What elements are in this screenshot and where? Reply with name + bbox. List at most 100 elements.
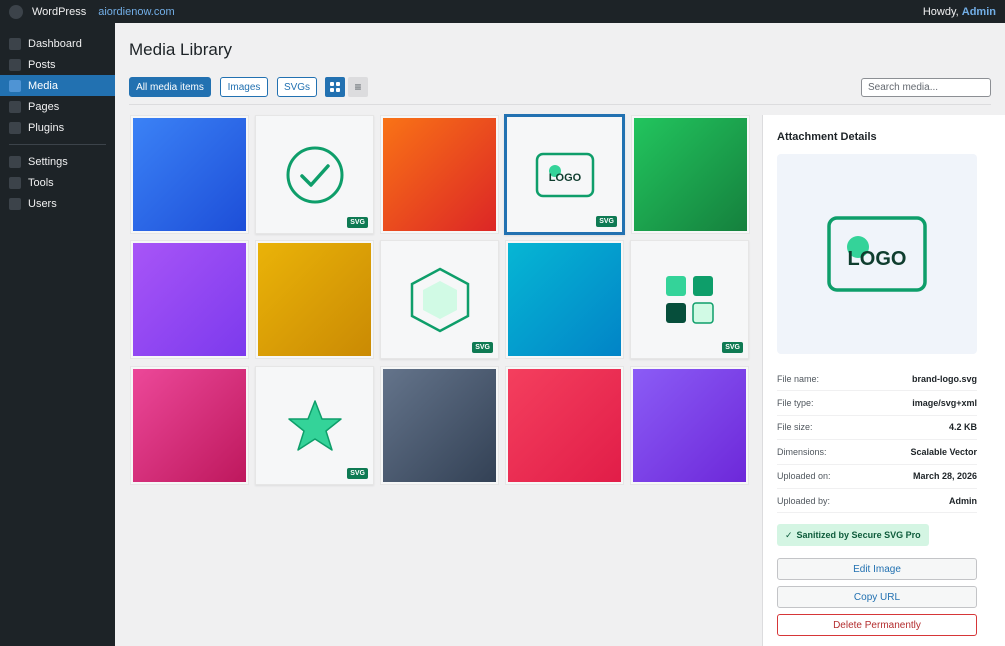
media-tile[interactable] xyxy=(130,240,249,359)
sidebar-item-label: Users xyxy=(28,197,57,210)
svg-badge: SVG xyxy=(347,468,368,479)
list-view-icon: ≡ xyxy=(354,80,362,94)
media-thumbnail xyxy=(508,243,621,356)
filter-images-button[interactable]: Images xyxy=(220,77,268,97)
logo-icon: LOGO xyxy=(535,152,594,197)
meta-label: Uploaded on: xyxy=(777,471,831,482)
meta-row-file-type: File type: image/svg+xml xyxy=(777,391,977,416)
sidebar-item-label: Posts xyxy=(28,58,56,71)
sidebar-item-media[interactable]: Media xyxy=(0,75,115,96)
media-thumbnail xyxy=(258,243,371,356)
media-grid: SVG LOGO SVG SVG SVG SVG xyxy=(130,114,750,485)
sidebar-item-settings[interactable]: Settings xyxy=(0,151,115,172)
sidebar-item-label: Media xyxy=(28,79,58,92)
sidebar-item-tools[interactable]: Tools xyxy=(0,172,115,193)
edit-image-button[interactable]: Edit Image xyxy=(777,558,977,580)
plugins-icon xyxy=(9,121,21,134)
sidebar-item-plugins[interactable]: Plugins xyxy=(0,117,115,138)
attachment-details-panel: Attachment Details LOGO File name: brand-… xyxy=(762,115,1005,646)
admin-bar: WordPress aiordienow.com Howdy, Admin xyxy=(0,0,1005,23)
sidebar-item-posts[interactable]: Posts xyxy=(0,54,115,75)
media-tile[interactable] xyxy=(130,366,249,485)
meta-value: image/svg+xml xyxy=(912,398,977,409)
site-name[interactable]: WordPress xyxy=(32,6,86,18)
preview-logo-text: LOGO xyxy=(848,248,907,270)
site-url-link[interactable]: aiordienow.com xyxy=(98,6,174,18)
meta-row-dimensions: Dimensions: Scalable Vector xyxy=(777,440,977,465)
media-tile[interactable] xyxy=(255,240,374,359)
media-tile[interactable] xyxy=(630,366,749,485)
sanitized-text: Sanitized by Secure SVG Pro xyxy=(796,530,921,540)
meta-label: Uploaded by: xyxy=(777,495,831,506)
dashboard-icon xyxy=(9,37,21,50)
list-view-button[interactable]: ≡ xyxy=(348,77,368,97)
sidebar-item-users[interactable]: Users xyxy=(0,193,115,214)
search-input[interactable] xyxy=(861,78,991,97)
settings-icon xyxy=(9,155,21,168)
media-thumbnail xyxy=(133,118,246,231)
media-tile[interactable] xyxy=(380,115,499,234)
svg-badge: SVG xyxy=(596,216,617,227)
media-tile[interactable] xyxy=(505,240,624,359)
meta-label: File type: xyxy=(777,398,814,409)
sanitized-badge: ✓ Sanitized by Secure SVG Pro xyxy=(777,524,929,546)
sidebar-item-label: Dashboard xyxy=(28,37,82,50)
meta-label: File size: xyxy=(777,422,813,433)
meta-value: Admin xyxy=(949,495,977,506)
filter-svgs-button[interactable]: SVGs xyxy=(277,77,317,97)
sidebar-item-pages[interactable]: Pages xyxy=(0,96,115,117)
meta-row-file-size: File size: 4.2 KB xyxy=(777,416,977,441)
media-tile-svg[interactable]: SVG xyxy=(630,240,749,359)
main-content: Media Library All media items Images SVG… xyxy=(115,23,1005,646)
media-tile[interactable] xyxy=(130,115,249,234)
meta-value: brand-logo.svg xyxy=(912,373,977,384)
media-thumbnail xyxy=(133,369,246,482)
app-grid-icon xyxy=(665,275,714,324)
sidebar-item-label: Plugins xyxy=(28,121,65,134)
media-tile-svg[interactable]: SVG xyxy=(255,115,374,234)
media-thumbnail xyxy=(133,243,246,356)
menu-group-secondary: Settings Tools Users xyxy=(0,151,115,214)
media-tile-svg[interactable]: SVG xyxy=(380,240,499,359)
media-tile-svg-selected[interactable]: LOGO SVG xyxy=(504,114,625,235)
star-icon xyxy=(287,399,342,451)
posts-icon xyxy=(9,58,21,71)
grid-view-button[interactable] xyxy=(325,77,345,97)
hexagon-icon xyxy=(410,267,469,332)
meta-row-uploaded-on: Uploaded on: March 28, 2026 xyxy=(777,465,977,489)
admin-sidebar: Dashboard Posts Media Pages Plugins Sett… xyxy=(0,23,115,646)
svg-badge: SVG xyxy=(722,342,743,353)
sidebar-item-label: Pages xyxy=(28,100,60,113)
page-title: Media Library xyxy=(129,40,232,59)
meta-row-uploaded-by: Uploaded by: Admin xyxy=(777,489,977,514)
delete-permanently-button[interactable]: Delete Permanently xyxy=(777,614,977,636)
meta-value: 4.2 KB xyxy=(948,422,977,433)
tools-icon xyxy=(9,176,21,189)
filter-all-button[interactable]: All media items xyxy=(129,77,211,97)
media-thumbnail xyxy=(633,369,746,482)
sidebar-item-label: Settings xyxy=(28,155,68,168)
user-name: Admin xyxy=(961,5,996,18)
media-tile[interactable] xyxy=(631,115,750,234)
logo-text: LOGO xyxy=(548,172,581,184)
details-title: Attachment Details xyxy=(777,131,877,143)
media-tile[interactable] xyxy=(505,366,624,485)
pages-icon xyxy=(9,100,21,113)
users-icon xyxy=(9,197,21,210)
meta-row-file-name: File name: brand-logo.svg xyxy=(777,367,977,392)
media-tile[interactable] xyxy=(380,366,499,485)
copy-url-button[interactable]: Copy URL xyxy=(777,586,977,608)
media-icon xyxy=(9,79,21,92)
meta-label: Dimensions: xyxy=(777,446,827,457)
meta-value: March 28, 2026 xyxy=(912,471,977,482)
check-icon: ✓ xyxy=(785,529,793,540)
media-tile-svg[interactable]: SVG xyxy=(255,366,374,485)
wordpress-logo-icon[interactable] xyxy=(9,4,23,19)
howdy-user[interactable]: Howdy, Admin xyxy=(923,6,996,18)
media-thumbnail xyxy=(634,118,747,231)
sidebar-item-label: Tools xyxy=(28,176,54,189)
menu-group-primary: Dashboard Posts Media Pages Plugins xyxy=(0,23,115,138)
sidebar-item-dashboard[interactable]: Dashboard xyxy=(0,33,115,54)
svg-badge: SVG xyxy=(472,342,493,353)
attachment-meta: File name: brand-logo.svg File type: image… xyxy=(777,367,977,514)
